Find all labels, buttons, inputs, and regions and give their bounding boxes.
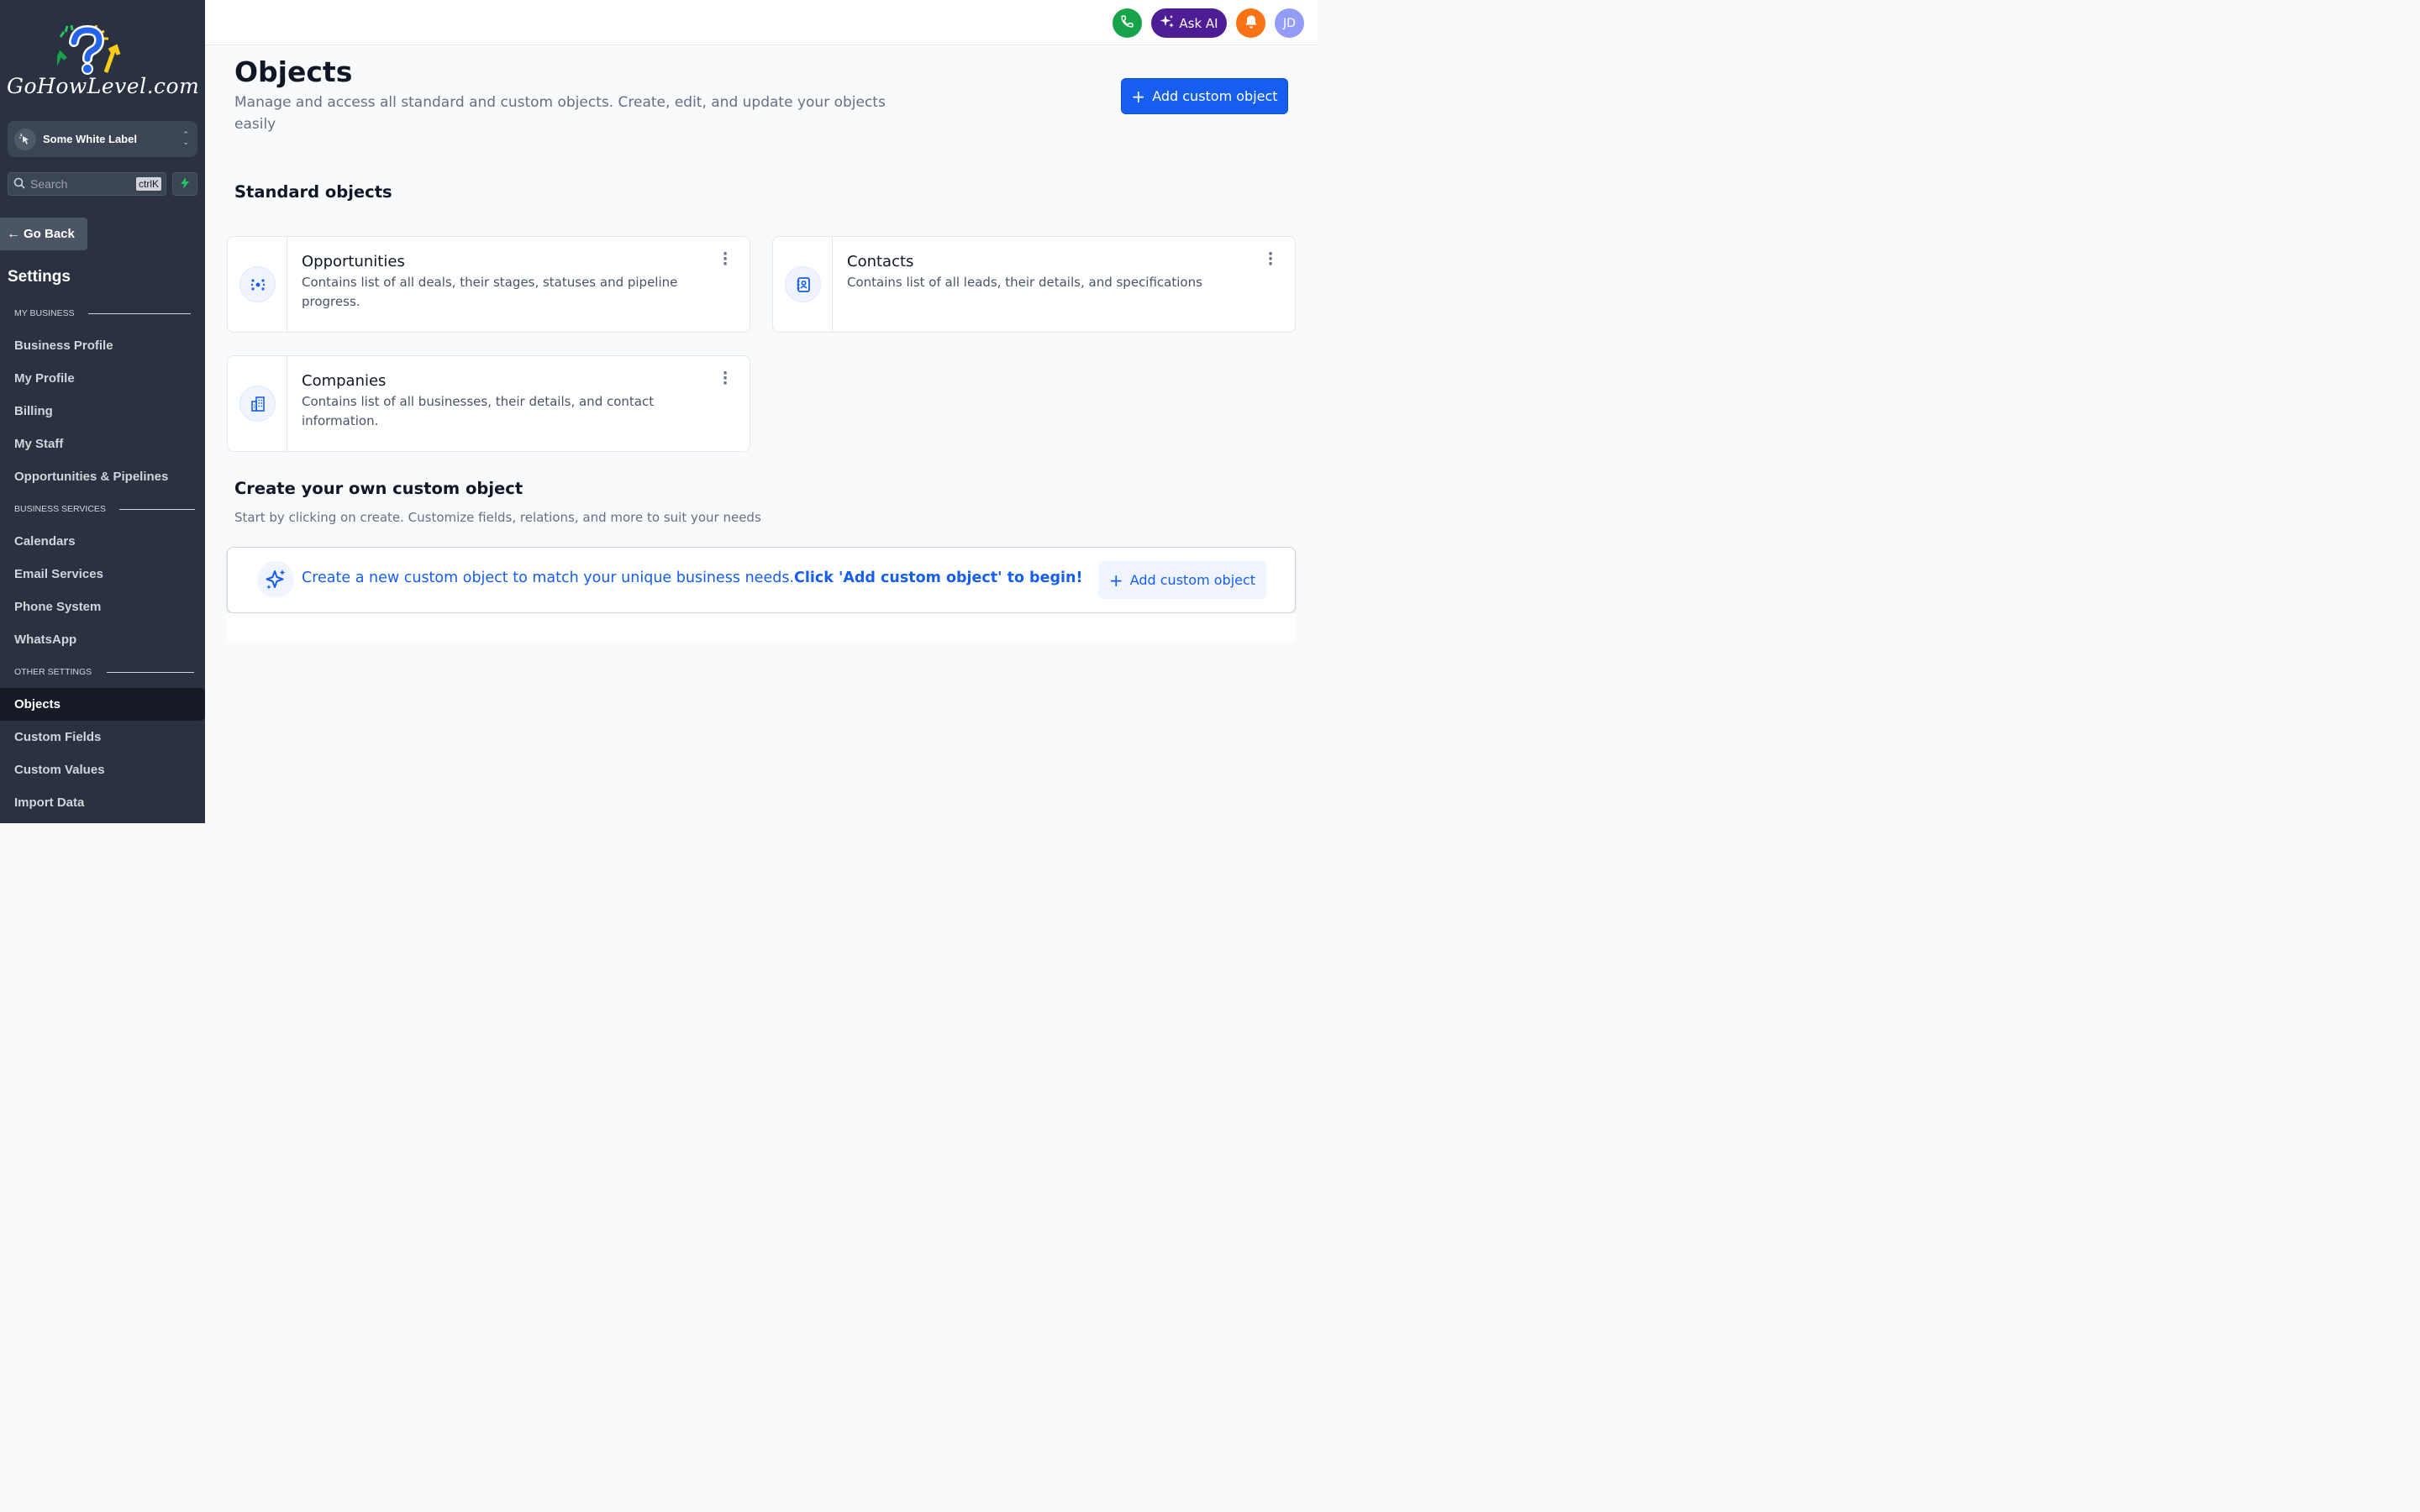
custom-object-heading: Create your own custom object — [234, 479, 523, 498]
more-vertical-icon[interactable]: · · · — [718, 366, 732, 391]
notifications-button[interactable] — [1236, 8, 1265, 38]
sparkle-star-icon — [257, 561, 294, 598]
add-custom-object-label: Add custom object — [1152, 88, 1278, 104]
sidebar-item-my-profile[interactable]: My Profile — [0, 362, 205, 395]
page-subtitle: Manage and access all standard and custo… — [234, 94, 886, 133]
phone-button[interactable] — [1113, 8, 1142, 38]
page-title: Objects — [234, 55, 353, 88]
card-description: Contains list of all leads, their detail… — [847, 275, 1202, 290]
location-switcher[interactable]: Some White Label ⌃ ⌄ — [8, 121, 197, 157]
top-bar: Ask AI JD — [205, 0, 1318, 45]
card-description: Contains list of all deals, their stages… — [302, 275, 678, 309]
section-divider — [118, 508, 195, 510]
card-icon-column — [228, 237, 287, 332]
bell-icon — [1244, 14, 1259, 33]
sparkles-icon — [1160, 14, 1175, 33]
brand-logo[interactable]: GoHowLevel.com — [7, 25, 202, 102]
section-label-text: MY BUSINESS — [14, 308, 75, 318]
section-divider — [87, 312, 191, 314]
search-icon — [13, 177, 25, 192]
card-description: Contains list of all businesses, their d… — [302, 394, 655, 428]
section-other-settings: OTHER SETTINGS — [14, 667, 195, 677]
add-custom-object-button[interactable]: + Add custom object — [1121, 78, 1288, 114]
custom-object-banner: Create a new custom object to match your… — [227, 547, 1296, 613]
sidebar-item-calendars[interactable]: Calendars — [0, 525, 205, 558]
object-card-contacts[interactable]: Contacts Contains list of all leads, the… — [772, 236, 1296, 333]
section-my-business: MY BUSINESS — [14, 308, 191, 318]
card-title: Opportunities — [302, 253, 405, 270]
card-title: Contacts — [847, 253, 914, 270]
sidebar-item-whatsapp[interactable]: WhatsApp — [0, 623, 205, 656]
user-avatar[interactable]: JD — [1275, 8, 1304, 38]
banner-text: Create a new custom object to match your… — [302, 570, 1082, 586]
content-spacer — [227, 613, 1296, 642]
sidebar-item-import-data[interactable]: Import Data — [0, 786, 205, 819]
search-shortcut-badge: ctrlK — [136, 177, 161, 191]
sidebar-item-custom-values[interactable]: Custom Values — [0, 753, 205, 786]
card-icon-column — [228, 356, 287, 451]
plus-icon: + — [1108, 570, 1123, 591]
sidebar-item-business-profile[interactable]: Business Profile — [0, 329, 205, 362]
card-icon-column — [773, 237, 833, 332]
lightning-icon — [180, 176, 190, 192]
go-back-button[interactable]: ← Go Back — [0, 218, 87, 250]
banner-add-custom-object-button[interactable]: + Add custom object — [1098, 561, 1266, 599]
banner-add-custom-object-label: Add custom object — [1129, 572, 1256, 588]
location-name: Some White Label — [43, 133, 137, 145]
search-placeholder: Search — [30, 177, 68, 191]
contact-book-icon — [785, 266, 821, 302]
question-mark-logo-icon — [57, 25, 121, 75]
section-label-text: BUSINESS SERVICES — [14, 504, 106, 514]
target-icon — [239, 266, 276, 302]
more-vertical-icon[interactable]: · · · — [718, 247, 732, 272]
sidebar-item-phone-system[interactable]: Phone System — [0, 591, 205, 623]
sidebar-item-my-staff[interactable]: My Staff — [0, 428, 205, 460]
chevron-up-down-icon: ⌃ ⌄ — [182, 130, 189, 146]
sidebar-item-opportunities-pipelines[interactable]: Opportunities & Pipelines — [0, 460, 205, 493]
banner-text-main: Create a new custom object to match your… — [302, 570, 795, 586]
object-card-opportunities[interactable]: Opportunities Contains list of all deals… — [227, 236, 750, 333]
go-back-label: Go Back — [24, 227, 75, 241]
sidebar-item-billing[interactable]: Billing — [0, 395, 205, 428]
arrow-left-icon: ← — [7, 226, 20, 241]
building-icon — [239, 386, 276, 422]
quick-actions-button[interactable] — [172, 172, 197, 196]
section-divider — [107, 671, 195, 673]
brand-logo-text: GoHowLevel.com — [7, 74, 200, 98]
sidebar: GoHowLevel.com Some White Label ⌃ ⌄ Searc… — [0, 0, 205, 823]
object-card-companies[interactable]: Companies Contains list of all businesse… — [227, 355, 750, 452]
pointer-click-icon — [14, 128, 36, 150]
sidebar-item-email-services[interactable]: Email Services — [0, 558, 205, 591]
custom-object-subtitle: Start by clicking on create. Customize f… — [234, 510, 761, 525]
ask-ai-label: Ask AI — [1179, 15, 1218, 31]
section-business-services: BUSINESS SERVICES — [14, 504, 195, 514]
settings-title: Settings — [8, 268, 71, 286]
sidebar-item-objects[interactable]: Objects — [0, 688, 205, 721]
phone-icon — [1120, 14, 1134, 32]
standard-objects-heading: Standard objects — [234, 182, 392, 202]
more-vertical-icon[interactable]: · · · — [1264, 247, 1277, 272]
search-input[interactable]: Search ctrlK — [8, 172, 166, 196]
section-label-text: OTHER SETTINGS — [14, 667, 92, 677]
ask-ai-button[interactable]: Ask AI — [1151, 8, 1227, 38]
banner-text-bold: Click 'Add custom object' to begin! — [794, 570, 1083, 586]
plus-icon: + — [1131, 86, 1146, 107]
card-title: Companies — [302, 372, 387, 390]
sidebar-item-custom-fields[interactable]: Custom Fields — [0, 721, 205, 753]
